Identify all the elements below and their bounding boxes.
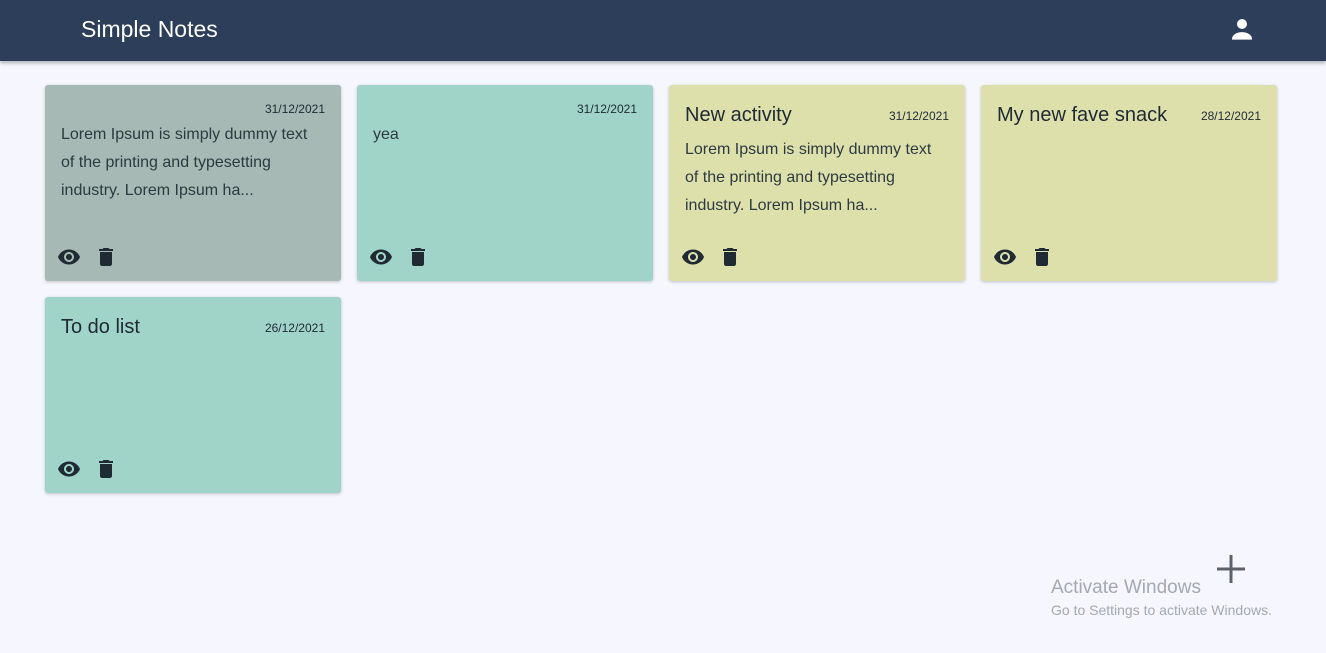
note-title: New activity <box>685 104 792 126</box>
note-card[interactable]: 31/12/2021 Lorem Ipsum is simply dummy t… <box>45 85 341 281</box>
eye-icon <box>58 461 80 477</box>
trash-icon <box>99 248 113 266</box>
note-card[interactable]: 31/12/2021 yea <box>357 85 653 281</box>
activate-windows-watermark: Activate Windows Go to Settings to activ… <box>1051 577 1272 620</box>
eye-icon <box>682 249 704 265</box>
trash-icon <box>723 248 737 266</box>
note-body: Lorem Ipsum is simply dummy text of the … <box>685 141 932 214</box>
app-bar: Simple Notes <box>0 0 1326 61</box>
note-body: Lorem Ipsum is simply dummy text of the … <box>61 126 308 199</box>
note-body: yea <box>373 126 399 143</box>
note-date: 26/12/2021 <box>264 321 325 335</box>
note-card[interactable]: To do list 26/12/2021 <box>45 297 341 493</box>
note-card[interactable]: New activity 31/12/2021 Lorem Ipsum is s… <box>669 85 965 281</box>
view-note-button[interactable] <box>57 245 81 269</box>
note-date: 31/12/2021 <box>576 102 637 116</box>
view-note-button[interactable] <box>369 245 393 269</box>
delete-note-button[interactable] <box>406 245 430 269</box>
note-date: 31/12/2021 <box>888 109 949 123</box>
trash-icon <box>411 248 425 266</box>
account-icon <box>1232 19 1252 40</box>
eye-icon <box>994 249 1016 265</box>
view-note-button[interactable] <box>993 245 1017 269</box>
note-date: 31/12/2021 <box>264 102 325 116</box>
note-title: My new fave snack <box>997 104 1168 126</box>
note-title: To do list <box>61 316 140 338</box>
note-card[interactable]: My new fave snack 28/12/2021 <box>981 85 1277 281</box>
delete-note-button[interactable] <box>718 245 742 269</box>
account-button[interactable] <box>1227 14 1257 44</box>
delete-note-button[interactable] <box>94 457 118 481</box>
delete-note-button[interactable] <box>94 245 118 269</box>
view-note-button[interactable] <box>681 245 705 269</box>
watermark-title: Activate Windows <box>1051 577 1201 598</box>
delete-note-button[interactable] <box>1030 245 1054 269</box>
view-note-button[interactable] <box>57 457 81 481</box>
app-title: Simple Notes <box>81 16 218 42</box>
eye-icon <box>370 249 392 265</box>
eye-icon <box>58 249 80 265</box>
note-date: 28/12/2021 <box>1200 109 1261 123</box>
trash-icon <box>99 460 113 478</box>
trash-icon <box>1035 248 1049 266</box>
watermark-subtitle: Go to Settings to activate Windows. <box>1051 602 1272 618</box>
